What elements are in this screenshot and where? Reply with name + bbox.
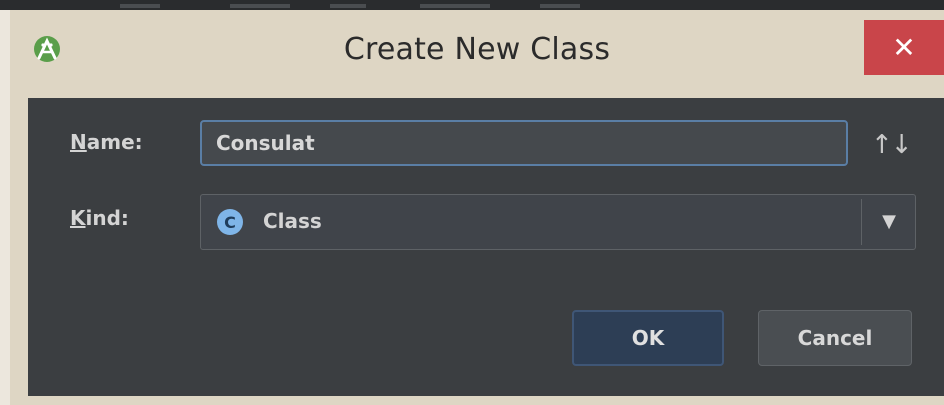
background-tick bbox=[330, 4, 366, 8]
cancel-button[interactable]: Cancel bbox=[758, 310, 912, 366]
chevron-down-icon[interactable]: ▼ bbox=[869, 207, 909, 237]
background-tick bbox=[420, 4, 490, 8]
dialog-title: Create New Class bbox=[343, 32, 611, 67]
background-window-strip bbox=[0, 0, 944, 10]
kind-label: Kind: bbox=[70, 206, 129, 230]
kind-label-mnemonic: K bbox=[70, 206, 86, 230]
create-new-class-dialog: Create New Class ✕ Name: ↑↓ Kind: C Clas… bbox=[10, 10, 944, 405]
dropdown-divider bbox=[861, 199, 862, 245]
name-label-rest: ame: bbox=[86, 130, 143, 154]
background-tick bbox=[230, 4, 290, 8]
class-icon: C bbox=[217, 209, 243, 235]
kind-label-rest: ind: bbox=[85, 206, 129, 230]
background-tick bbox=[540, 4, 580, 8]
dialog-content: Name: ↑↓ Kind: C Class ▼ OK Cancel bbox=[28, 98, 944, 396]
close-button[interactable]: ✕ bbox=[864, 20, 944, 75]
kind-dropdown[interactable]: C Class ▼ bbox=[200, 194, 916, 250]
kind-selected-value: Class bbox=[263, 209, 322, 233]
name-label: Name: bbox=[70, 130, 143, 154]
close-icon: ✕ bbox=[892, 31, 916, 64]
sort-icon[interactable]: ↑↓ bbox=[871, 128, 913, 162]
ok-button[interactable]: OK bbox=[572, 310, 724, 366]
name-label-mnemonic: N bbox=[70, 130, 87, 154]
name-input[interactable] bbox=[200, 120, 848, 166]
background-tick bbox=[120, 4, 160, 8]
dialog-titlebar[interactable]: Create New Class ✕ bbox=[10, 10, 944, 92]
